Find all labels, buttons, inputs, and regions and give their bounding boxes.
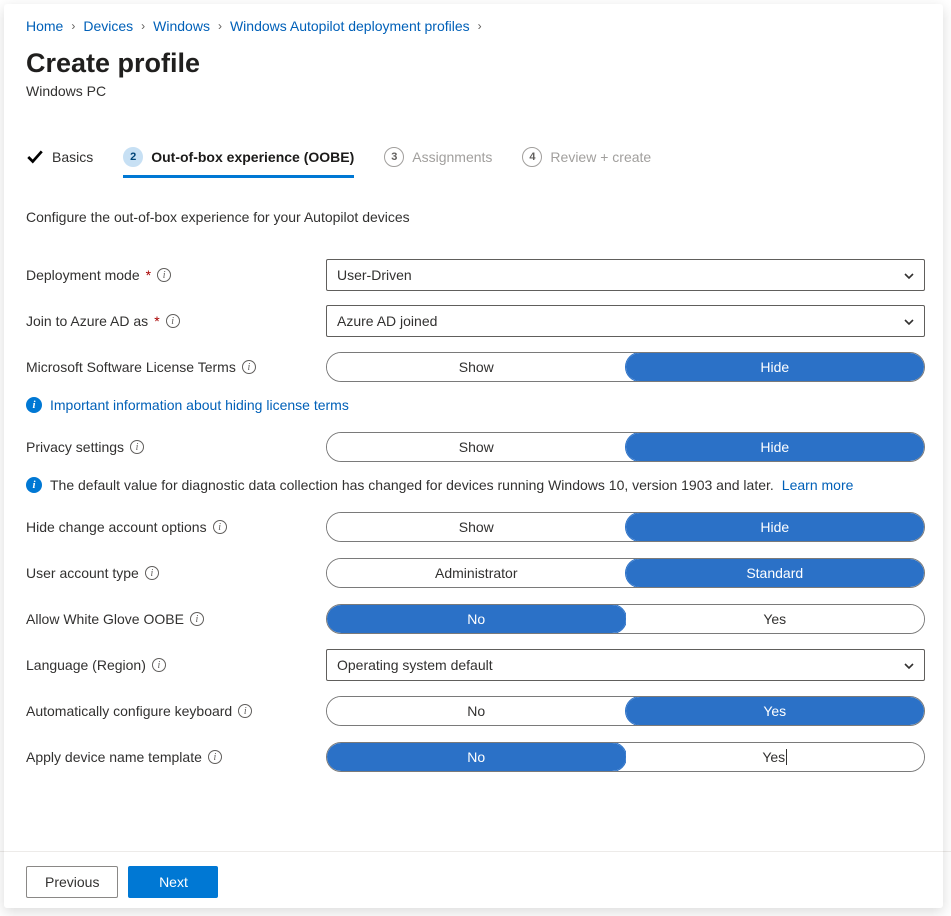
step-badge-4: 4 xyxy=(522,147,542,167)
deployment-mode-label: Deployment mode xyxy=(26,267,140,283)
page-subtitle: Windows PC xyxy=(26,83,925,99)
license-terms-hide[interactable]: Hide xyxy=(626,353,925,381)
tab-review-label: Review + create xyxy=(550,149,651,165)
auto-keyboard-label: Automatically configure keyboard xyxy=(26,703,232,719)
oobe-form: Deployment mode * i User-Driven Join to … xyxy=(26,259,925,773)
tab-basics[interactable]: Basics xyxy=(26,142,93,176)
next-button[interactable]: Next xyxy=(128,866,218,898)
chevron-right-icon: › xyxy=(216,19,224,33)
info-icon[interactable]: i xyxy=(166,314,180,328)
breadcrumb-autopilot-profiles[interactable]: Windows Autopilot deployment profiles xyxy=(230,18,470,34)
white-glove-label: Allow White Glove OOBE xyxy=(26,611,184,627)
privacy-learn-more-link[interactable]: Learn more xyxy=(782,477,854,493)
language-label: Language (Region) xyxy=(26,657,146,673)
deployment-mode-select[interactable]: User-Driven xyxy=(326,259,925,291)
auto-keyboard-no[interactable]: No xyxy=(327,697,626,725)
info-icon[interactable]: i xyxy=(157,268,171,282)
page-title: Create profile xyxy=(26,48,925,79)
previous-button[interactable]: Previous xyxy=(26,866,118,898)
join-azure-select[interactable]: Azure AD joined xyxy=(326,305,925,337)
chevron-right-icon: › xyxy=(476,19,484,33)
info-icon[interactable]: i xyxy=(152,658,166,672)
auto-keyboard-yes[interactable]: Yes xyxy=(626,697,925,725)
chevron-right-icon: › xyxy=(139,19,147,33)
user-account-type-toggle: Administrator Standard xyxy=(326,558,925,588)
breadcrumb-devices[interactable]: Devices xyxy=(83,18,133,34)
license-terms-toggle: Show Hide xyxy=(326,352,925,382)
device-name-template-toggle: No Yes xyxy=(326,742,925,772)
device-name-template-yes[interactable]: Yes xyxy=(626,743,925,771)
white-glove-no[interactable]: No xyxy=(327,605,626,633)
auto-keyboard-toggle: No Yes xyxy=(326,696,925,726)
license-info-link[interactable]: Important information about hiding licen… xyxy=(50,397,349,413)
info-icon[interactable]: i xyxy=(242,360,256,374)
info-icon[interactable]: i xyxy=(190,612,204,626)
user-account-type-admin[interactable]: Administrator xyxy=(327,559,626,587)
license-terms-show[interactable]: Show xyxy=(327,353,626,381)
hide-change-account-label: Hide change account options xyxy=(26,519,207,535)
wizard-tabs: Basics 2 Out-of-box experience (OOBE) 3 … xyxy=(26,141,925,177)
tab-review-create[interactable]: 4 Review + create xyxy=(522,141,651,177)
tab-assignments-label: Assignments xyxy=(412,149,492,165)
check-icon xyxy=(26,148,44,166)
info-icon[interactable]: i xyxy=(208,750,222,764)
info-icon[interactable]: i xyxy=(145,566,159,580)
white-glove-yes[interactable]: Yes xyxy=(626,605,925,633)
privacy-toggle: Show Hide xyxy=(326,432,925,462)
privacy-info-text: The default value for diagnostic data co… xyxy=(50,477,774,493)
privacy-label: Privacy settings xyxy=(26,439,124,455)
step-badge-3: 3 xyxy=(384,147,404,167)
white-glove-toggle: No Yes xyxy=(326,604,925,634)
wizard-footer: Previous Next xyxy=(0,851,951,898)
device-name-template-label: Apply device name template xyxy=(26,749,202,765)
info-solid-icon: i xyxy=(26,477,42,493)
tab-oobe[interactable]: 2 Out-of-box experience (OOBE) xyxy=(123,141,354,177)
tab-basics-label: Basics xyxy=(52,149,93,165)
license-terms-label: Microsoft Software License Terms xyxy=(26,359,236,375)
privacy-show[interactable]: Show xyxy=(327,433,626,461)
breadcrumb: Home › Devices › Windows › Windows Autop… xyxy=(26,18,925,34)
info-icon[interactable]: i xyxy=(130,440,144,454)
user-account-type-standard[interactable]: Standard xyxy=(626,559,925,587)
breadcrumb-home[interactable]: Home xyxy=(26,18,63,34)
device-name-template-no[interactable]: No xyxy=(327,743,626,771)
tab-oobe-label: Out-of-box experience (OOBE) xyxy=(151,149,354,165)
required-asterisk: * xyxy=(146,267,151,283)
info-icon[interactable]: i xyxy=(238,704,252,718)
join-azure-label: Join to Azure AD as xyxy=(26,313,148,329)
chevron-right-icon: › xyxy=(69,19,77,33)
info-solid-icon: i xyxy=(26,397,42,413)
hide-change-account-hide[interactable]: Hide xyxy=(626,513,925,541)
hide-change-account-toggle: Show Hide xyxy=(326,512,925,542)
tab-description: Configure the out-of-box experience for … xyxy=(26,209,925,225)
language-select[interactable]: Operating system default xyxy=(326,649,925,681)
hide-change-account-show[interactable]: Show xyxy=(327,513,626,541)
privacy-hide[interactable]: Hide xyxy=(626,433,925,461)
breadcrumb-windows[interactable]: Windows xyxy=(153,18,210,34)
step-badge-2: 2 xyxy=(123,147,143,167)
user-account-type-label: User account type xyxy=(26,565,139,581)
info-icon[interactable]: i xyxy=(213,520,227,534)
required-asterisk: * xyxy=(154,313,159,329)
tab-assignments[interactable]: 3 Assignments xyxy=(384,141,492,177)
